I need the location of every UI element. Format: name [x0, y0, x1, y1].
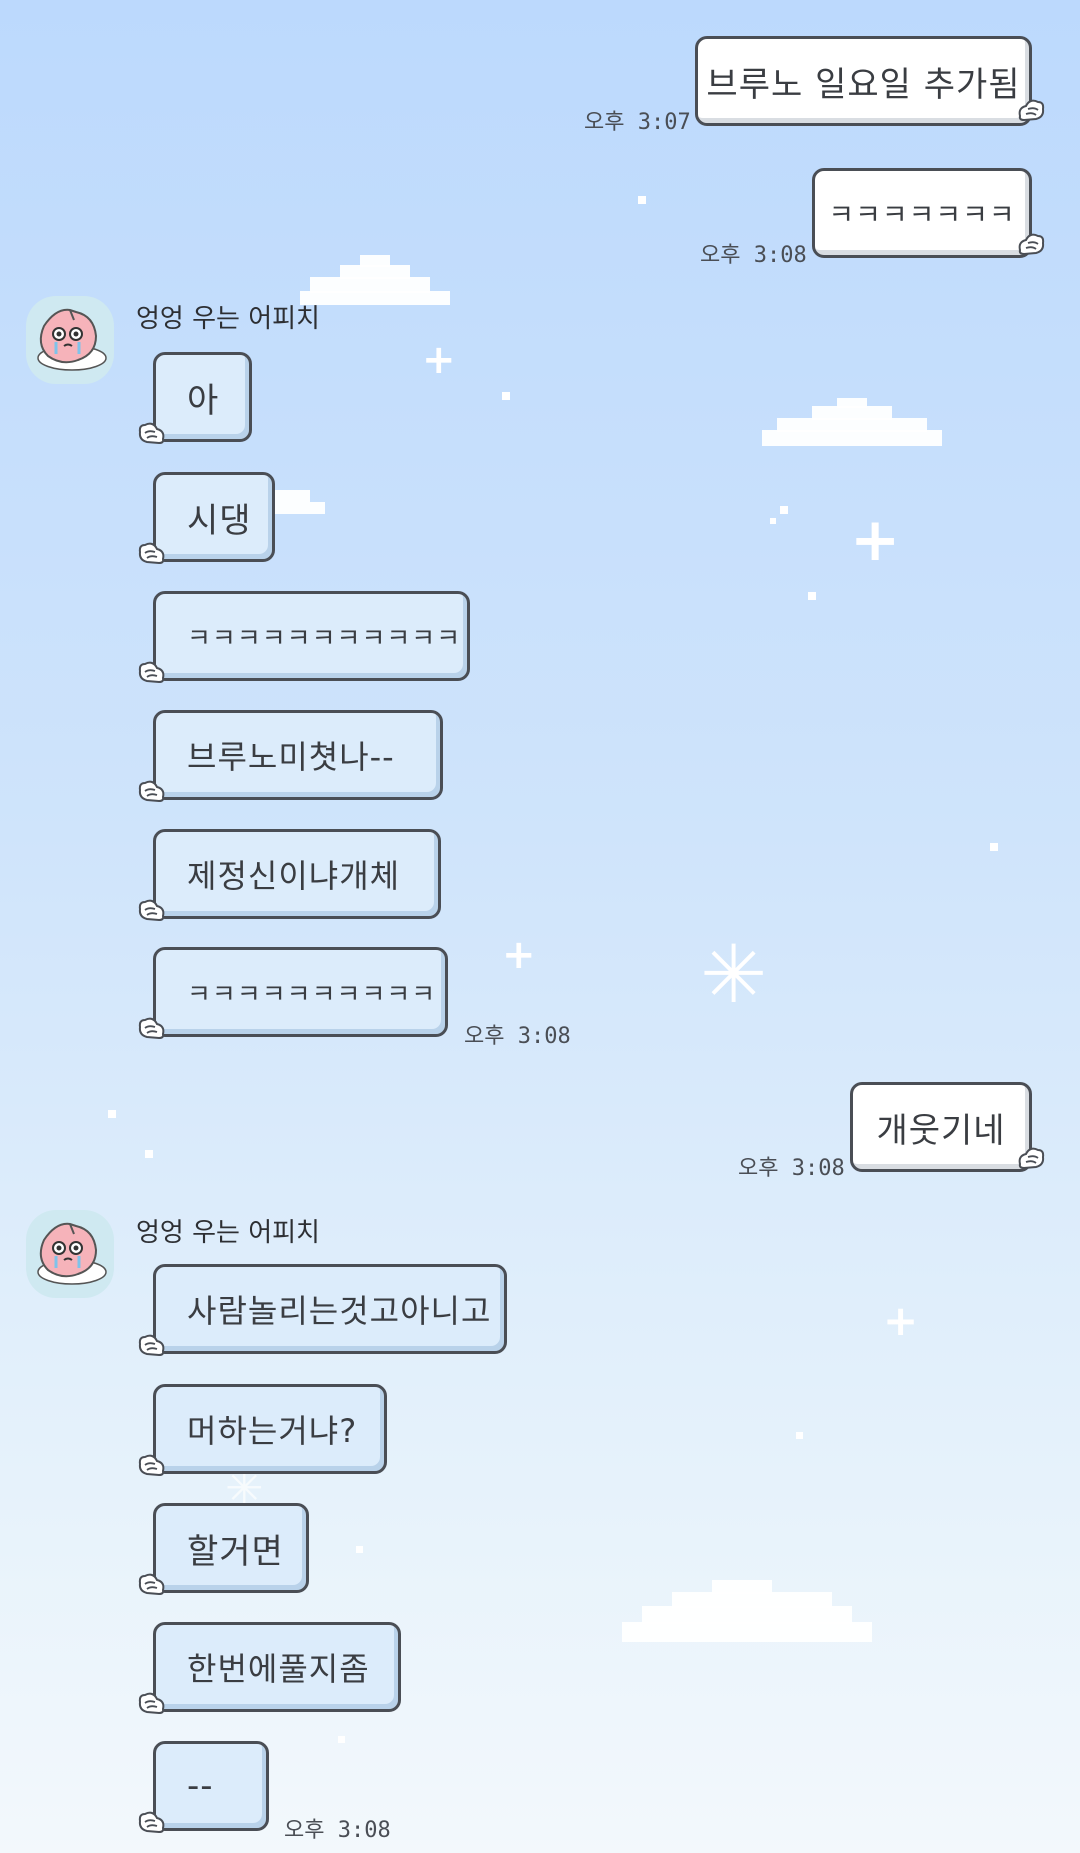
- message-timestamp: 오후 3:08: [464, 1024, 571, 1049]
- message-text: 제정신이냐개체: [187, 857, 401, 895]
- angel-wing-icon: [137, 1687, 167, 1717]
- star-dot: [808, 592, 816, 600]
- message-text: 한번에풀지좀: [187, 1650, 370, 1688]
- outgoing-message-bubble[interactable]: ㅋㅋㅋㅋㅋㅋㅋ: [812, 168, 1032, 258]
- apeach-crying-avatar-icon[interactable]: [26, 296, 114, 384]
- cloud-decoration: [762, 398, 942, 450]
- cloud-decoration: [270, 490, 325, 520]
- star-dot: [638, 196, 646, 204]
- angel-wing-icon: [137, 1449, 167, 1479]
- sparkle-icon: +: [502, 932, 536, 978]
- message-text: 개웃기네: [876, 1110, 1006, 1151]
- angel-wing-icon: [137, 1568, 167, 1598]
- incoming-message-bubble[interactable]: 사람놀리는것고아니고: [153, 1264, 507, 1354]
- message-timestamp: 오후 3:08: [700, 243, 807, 268]
- message-text: 시댕: [187, 500, 252, 541]
- message-timestamp: 오후 3:07: [584, 110, 691, 135]
- message-text: 머하는거냐?: [187, 1412, 358, 1450]
- incoming-message-bubble[interactable]: 시댕: [153, 472, 275, 562]
- apeach-crying-avatar-icon[interactable]: [26, 1210, 114, 1298]
- incoming-message-bubble[interactable]: 아: [153, 352, 252, 442]
- angel-wing-icon: [137, 775, 167, 805]
- message-text: ㅋㅋㅋㅋㅋㅋㅋㅋㅋㅋ: [187, 979, 437, 1010]
- message-text: --: [187, 1766, 214, 1806]
- angel-wing-icon: [1016, 228, 1046, 258]
- angel-wing-icon: [137, 894, 167, 924]
- star-dot: [108, 1110, 116, 1118]
- incoming-message-bubble[interactable]: --: [153, 1741, 269, 1831]
- incoming-message-bubble[interactable]: 한번에풀지좀: [153, 1622, 401, 1712]
- incoming-message-bubble[interactable]: ㅋㅋㅋㅋㅋㅋㅋㅋㅋㅋ: [153, 947, 448, 1037]
- incoming-message-bubble[interactable]: ㅋㅋㅋㅋㅋㅋㅋㅋㅋㅋㅋ: [153, 591, 470, 681]
- message-text: ㅋㅋㅋㅋㅋㅋㅋ: [828, 198, 1016, 231]
- sender-name: 엉엉 우는 어피치: [136, 304, 320, 334]
- message-text: 브루노미쳣나--: [187, 738, 395, 776]
- angel-wing-icon: [1016, 94, 1046, 124]
- sparkle-icon: +: [422, 337, 456, 383]
- angel-wing-icon: [137, 1329, 167, 1359]
- cloud-decoration: [300, 255, 450, 310]
- sparkle-icon: +: [850, 505, 901, 575]
- message-text: 할거면: [187, 1531, 284, 1572]
- cloud-decoration: [622, 1580, 872, 1660]
- message-timestamp: 오후 3:08: [284, 1818, 391, 1843]
- angel-wing-icon: [137, 1806, 167, 1836]
- star-dot: [780, 506, 788, 514]
- incoming-message-bubble[interactable]: 제정신이냐개체: [153, 829, 441, 919]
- message-text: ㅋㅋㅋㅋㅋㅋㅋㅋㅋㅋㅋ: [187, 623, 462, 654]
- sparkle-icon: +: [883, 1296, 919, 1345]
- star-dot: [796, 1432, 803, 1439]
- sender-name: 엉엉 우는 어피치: [136, 1218, 320, 1248]
- incoming-message-bubble[interactable]: 브루노미쳣나--: [153, 710, 443, 800]
- outgoing-message-bubble[interactable]: 개웃기네: [850, 1082, 1032, 1172]
- incoming-message-bubble[interactable]: 할거면: [153, 1503, 309, 1593]
- message-timestamp: 오후 3:08: [738, 1156, 845, 1181]
- star-dot: [770, 518, 776, 524]
- message-text: 사람놀리는것고아니고: [187, 1292, 492, 1330]
- angel-wing-icon: [137, 417, 167, 447]
- incoming-message-bubble[interactable]: 머하는거냐?: [153, 1384, 387, 1474]
- star-dot: [145, 1150, 153, 1158]
- angel-wing-icon: [1016, 1142, 1046, 1172]
- angel-wing-icon: [137, 537, 167, 567]
- angel-wing-icon: [137, 1012, 167, 1042]
- sparkle-icon: ✳: [700, 928, 768, 1021]
- message-text: 아: [187, 380, 220, 421]
- star-dot: [356, 1546, 363, 1553]
- star-dot: [502, 392, 510, 400]
- message-text: 브루노 일요일 추가됨: [706, 64, 1021, 105]
- angel-wing-icon: [137, 656, 167, 686]
- star-dot: [338, 1736, 345, 1743]
- star-dot: [990, 843, 998, 851]
- outgoing-message-bubble[interactable]: 브루노 일요일 추가됨: [695, 36, 1032, 126]
